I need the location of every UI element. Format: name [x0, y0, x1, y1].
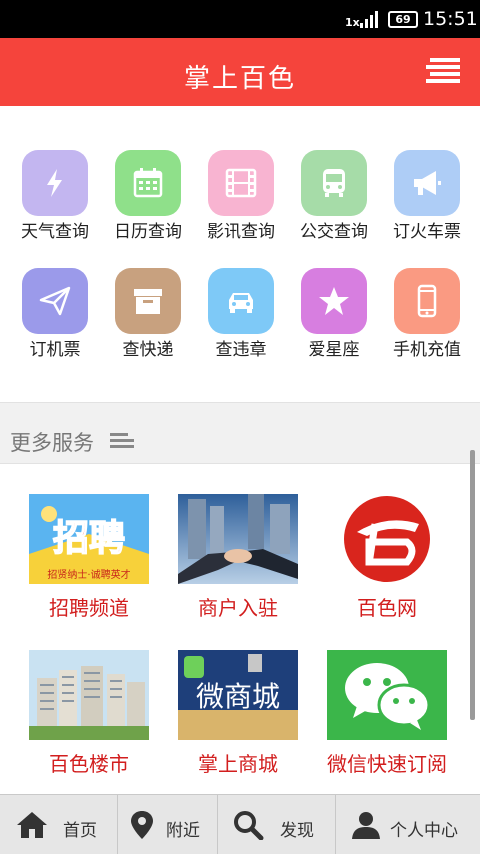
- nav-discover[interactable]: 发现: [218, 795, 335, 854]
- section-title: 更多服务: [10, 431, 94, 455]
- service-train-ticket[interactable]: 订火车票: [380, 150, 474, 260]
- recruitment-image: 招聘 招贤纳士·诚聘英才: [29, 494, 149, 584]
- menu-icon[interactable]: [424, 56, 462, 86]
- promo-baise-net[interactable]: 百色网: [312, 494, 462, 634]
- search-icon: [234, 811, 264, 840]
- service-bus[interactable]: 公交查询: [287, 150, 381, 260]
- page-title: 掌上百色: [183, 64, 296, 94]
- more-services-header: 更多服务: [0, 402, 480, 464]
- promo-label: 百色楼市: [49, 752, 129, 776]
- micro-mall-text: 微商城: [196, 680, 280, 713]
- promo-label: 百色网: [357, 596, 417, 620]
- box-icon: [115, 268, 181, 334]
- clock: 15:51: [423, 8, 478, 30]
- battery-icon: 69: [388, 11, 418, 28]
- promo-label: 商户入驻: [198, 596, 278, 620]
- car-icon: [208, 268, 274, 334]
- person-icon: [352, 812, 380, 839]
- list-lines-icon: [110, 433, 134, 448]
- service-express[interactable]: 查快递: [101, 268, 195, 378]
- promo-real-estate[interactable]: 百色楼市: [14, 650, 164, 790]
- promo-merchant-join[interactable]: 商户入驻: [163, 494, 313, 634]
- nav-label: 发现: [280, 821, 314, 841]
- star-icon: [301, 268, 367, 334]
- service-grid: 天气查询 日历查询 影讯查询 公交查询 订火车票 订机票 查快递 查违章 爱星座…: [0, 106, 480, 402]
- lightning-icon: [22, 150, 88, 216]
- film-icon: [208, 150, 274, 216]
- promo-label: 掌上商城: [198, 752, 278, 776]
- nav-label: 附近: [166, 821, 200, 841]
- service-weather[interactable]: 天气查询: [8, 150, 102, 260]
- service-label: 查快递: [122, 340, 174, 360]
- network-type: 1x: [345, 16, 360, 29]
- bus-icon: [301, 150, 367, 216]
- nav-label: 首页: [63, 821, 97, 841]
- nav-nearby[interactable]: 附近: [118, 795, 217, 854]
- service-label: 爱星座: [308, 340, 360, 360]
- status-bar: 1x 69 15:51: [0, 0, 480, 38]
- phone-icon: [394, 268, 460, 334]
- paper-plane-icon: [22, 268, 88, 334]
- wechat-logo: [327, 650, 447, 740]
- service-label: 影讯查询: [207, 222, 275, 242]
- baise-net-logo: [327, 494, 447, 584]
- scrollbar[interactable]: [470, 450, 475, 720]
- megaphone-icon: [394, 150, 460, 216]
- home-icon: [17, 812, 47, 838]
- service-phone-recharge[interactable]: 手机充值: [380, 268, 474, 378]
- service-calendar[interactable]: 日历查询: [101, 150, 195, 260]
- recruitment-subtitle-text: 招贤纳士·诚聘英才: [47, 568, 130, 581]
- service-label: 查违章: [215, 340, 267, 360]
- promo-wechat[interactable]: 微信快速订阅: [312, 650, 462, 790]
- promo-recruitment[interactable]: 招聘 招贤纳士·诚聘英才 招聘频道: [14, 494, 164, 634]
- promo-mall[interactable]: 微商城 掌上商城: [163, 650, 313, 790]
- nav-profile[interactable]: 个人中心: [336, 795, 480, 854]
- service-movies[interactable]: 影讯查询: [194, 150, 288, 260]
- service-traffic-violation[interactable]: 查违章: [194, 268, 288, 378]
- service-label: 订机票: [29, 340, 81, 360]
- service-label: 天气查询: [21, 222, 89, 242]
- promo-label: 招聘频道: [49, 596, 129, 620]
- service-label: 公交查询: [300, 222, 368, 242]
- bottom-navigation: 首页 附近 发现 个人中心: [0, 794, 480, 854]
- location-pin-icon: [131, 811, 153, 839]
- service-label: 手机充值: [393, 340, 461, 360]
- service-flight[interactable]: 订机票: [8, 268, 102, 378]
- nav-label: 个人中心: [390, 821, 458, 841]
- service-label: 订火车票: [393, 222, 461, 242]
- signal-icon: [360, 11, 378, 28]
- service-horoscope[interactable]: 爱星座: [287, 268, 381, 378]
- app-header: 掌上百色: [0, 38, 480, 106]
- recruitment-title-text: 招聘: [53, 518, 125, 559]
- buildings-image: [29, 650, 149, 740]
- promo-label: 微信快速订阅: [327, 752, 447, 776]
- handshake-image: [178, 494, 298, 584]
- service-label: 日历查询: [114, 222, 182, 242]
- calendar-icon: [115, 150, 181, 216]
- micro-mall-image: 微商城: [178, 650, 298, 740]
- nav-home[interactable]: 首页: [0, 795, 117, 854]
